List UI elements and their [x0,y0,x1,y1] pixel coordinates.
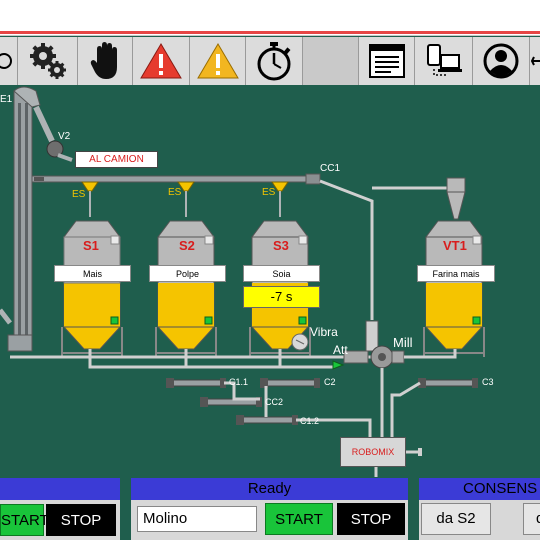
silo-s3-product: Soia [243,265,320,282]
silo-s3-id: S3 [273,238,289,253]
process-diagram: E1 V2 AL CAMION CC1 ES ES ES S1 S2 S3 VT… [0,85,540,477]
mill-stop-button[interactable]: STOP [337,503,405,535]
label-v2: V2 [58,131,71,142]
manual-hand-icon [90,42,117,79]
silo-s3-timer: -7 s [243,286,320,308]
label-cc2: CC2 [265,397,284,407]
toolbar-spacer [303,37,359,85]
user-button[interactable] [473,37,530,85]
truck-destination[interactable]: AL CAMION [75,151,158,168]
screw-c2[interactable] [260,378,320,388]
label-vibra: Vibra [310,325,338,339]
logout-icon [530,56,540,66]
left-panel: START STOP [0,500,120,540]
window-bar [0,0,540,36]
mill-panel: Molino START STOP [131,500,408,540]
left-stop-button[interactable]: STOP [46,504,116,536]
toolbar [0,37,540,85]
cyclone [446,177,466,220]
silo-vt1-id: VT1 [443,238,467,253]
label-att: Att [333,343,348,357]
label-e1: E1 [0,94,13,105]
settings-button[interactable] [18,37,78,85]
source-next-button[interactable]: d [523,503,540,535]
network-button[interactable] [415,37,473,85]
mill-status-header: Ready [131,478,408,500]
label-c2: C2 [324,377,336,387]
label-c1-1: C1.1 [229,377,249,387]
left-start-button[interactable]: START [0,504,49,536]
silo-s2-id: S2 [179,238,195,253]
silo-s1-id: S1 [83,238,99,253]
robomix-mixer[interactable]: ROBOMIX [340,437,406,467]
label-mill: Mill [393,335,413,350]
settings-icon [29,43,66,79]
left-panel-header [0,478,120,500]
timers-button[interactable] [246,37,303,85]
home-icon [0,53,12,69]
alarms-button[interactable] [133,37,190,85]
label-c1-2: C1.2 [300,416,320,426]
window-bar-accent [0,31,540,34]
label-es-3: ES [262,187,276,198]
warnings-button[interactable] [190,37,246,85]
consensus-panel: da S2 d [419,500,540,540]
report-button[interactable] [359,37,415,85]
attenuator-att[interactable] [332,360,345,370]
silo-s2-product: Polpe [149,265,226,282]
screw-c1-1[interactable] [166,378,226,388]
elevator-e1[interactable] [7,86,41,352]
silo-s1-product: Mais [54,265,131,282]
alarm-icon [140,43,182,79]
label-cc1: CC1 [320,163,341,174]
report-icon [368,44,405,78]
mill-start-button[interactable]: START [265,503,333,535]
silo-vt1-product: Farina mais [417,265,495,282]
home-button[interactable] [0,37,18,85]
label-es-1: ES [72,189,86,200]
logout-button[interactable] [530,37,540,85]
timer-icon [257,42,291,81]
source-s2-button[interactable]: da S2 [421,503,491,535]
label-es-2: ES [168,187,182,198]
vibrator[interactable] [291,333,309,351]
warning-icon [196,43,239,79]
screw-c3[interactable] [418,378,478,388]
label-c3: C3 [482,377,494,387]
mill-field[interactable]: Molino [137,506,257,532]
user-icon [483,43,519,79]
network-icon [426,44,462,76]
manual-button[interactable] [78,37,133,85]
consensus-header: CONSENS [419,478,540,500]
